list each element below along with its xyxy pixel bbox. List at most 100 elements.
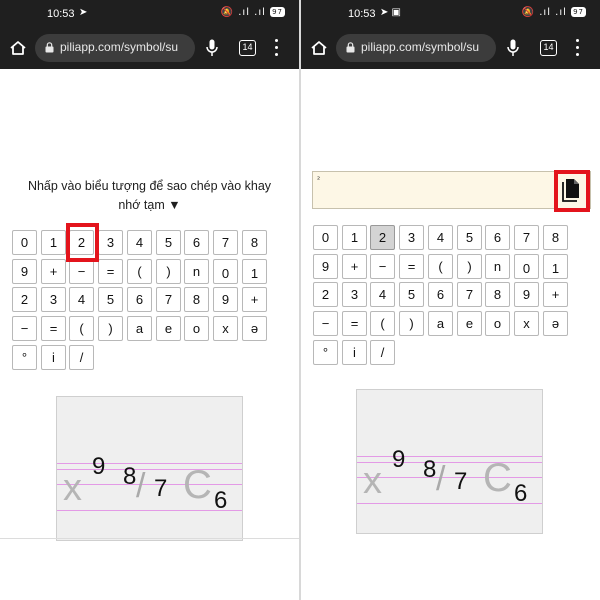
symbol-key[interactable]: 8: [242, 230, 267, 255]
symbol-key[interactable]: o: [184, 316, 209, 341]
symbol-key[interactable]: 2: [12, 287, 37, 312]
instruction-line-2[interactable]: nhớ tạm ▼: [12, 196, 287, 215]
symbol-key[interactable]: 7: [213, 230, 238, 255]
symbol-key[interactable]: (: [428, 254, 453, 279]
symbol-key[interactable]: −: [12, 316, 37, 341]
symbol-key[interactable]: 1: [543, 254, 568, 279]
symbol-key[interactable]: 9: [514, 282, 539, 307]
symbol-key[interactable]: 8: [543, 225, 568, 250]
symbol-key[interactable]: 9: [12, 259, 37, 284]
symbol-key[interactable]: ə: [242, 316, 267, 341]
symbol-key[interactable]: 8: [485, 282, 510, 307]
symbol-key[interactable]: 2: [69, 230, 94, 255]
symbol-key[interactable]: (: [370, 311, 395, 336]
left-screenshot: 10:53 ➤ 🔕 .ıl .ıl 97 piliapp.com/symbol/…: [0, 0, 299, 600]
symbol-key[interactable]: ): [457, 254, 482, 279]
symbol-key[interactable]: °: [313, 340, 338, 365]
mic-icon[interactable]: [507, 39, 519, 57]
symbol-key[interactable]: °: [12, 345, 37, 370]
home-icon[interactable]: [310, 40, 328, 56]
symbol-key[interactable]: i: [41, 345, 66, 370]
symbol-key[interactable]: (: [127, 259, 152, 284]
symbol-key[interactable]: e: [457, 311, 482, 336]
symbol-key[interactable]: /: [69, 345, 94, 370]
font-preview: x 9 8 / 7 C 6: [56, 396, 243, 541]
symbol-key[interactable]: 2: [370, 225, 395, 250]
symbol-key[interactable]: 7: [457, 282, 482, 307]
symbol-key[interactable]: 8: [184, 287, 209, 312]
symbol-key[interactable]: =: [342, 311, 367, 336]
symbol-key[interactable]: a: [428, 311, 453, 336]
symbol-key[interactable]: e: [156, 316, 181, 341]
menu-icon[interactable]: [576, 39, 580, 57]
symbol-key[interactable]: 0: [514, 254, 539, 279]
symbol-key[interactable]: 4: [127, 230, 152, 255]
status-icons: 🔕 .ıl .ıl 97: [221, 7, 285, 18]
symbol-key[interactable]: −: [69, 259, 94, 284]
symbol-key[interactable]: +: [543, 282, 568, 307]
symbol-key[interactable]: i: [342, 340, 367, 365]
symbol-key[interactable]: 3: [399, 225, 424, 250]
symbol-key[interactable]: 6: [485, 225, 510, 250]
symbol-key[interactable]: 9: [313, 254, 338, 279]
symbol-key[interactable]: 1: [41, 230, 66, 255]
battery-icon: 97: [270, 7, 285, 17]
symbol-key[interactable]: a: [127, 316, 152, 341]
symbol-key[interactable]: 5: [156, 230, 181, 255]
symbol-key[interactable]: 4: [370, 282, 395, 307]
preview-letter-c: C: [183, 463, 212, 507]
home-icon[interactable]: [9, 40, 27, 56]
symbol-key[interactable]: 0: [313, 225, 338, 250]
symbol-key[interactable]: n: [184, 259, 209, 284]
symbol-key[interactable]: o: [485, 311, 510, 336]
instruction-line-1: Nhấp vào biểu tượng để sao chép vào khay: [27, 179, 272, 193]
symbol-key[interactable]: 0: [213, 259, 238, 284]
copy-icon[interactable]: [560, 176, 582, 204]
symbol-key[interactable]: 6: [127, 287, 152, 312]
tabs-count-button[interactable]: 14: [239, 40, 256, 56]
symbol-key[interactable]: 9: [213, 287, 238, 312]
symbol-key[interactable]: 4: [428, 225, 453, 250]
symbol-key[interactable]: (: [69, 316, 94, 341]
symbol-key[interactable]: =: [399, 254, 424, 279]
symbol-key[interactable]: ): [156, 259, 181, 284]
symbol-key[interactable]: x: [213, 316, 238, 341]
preview-letter-x: x: [63, 467, 82, 509]
menu-icon[interactable]: [275, 39, 279, 57]
symbol-key[interactable]: −: [313, 311, 338, 336]
url-bar[interactable]: piliapp.com/symbol/su: [35, 34, 195, 62]
symbol-key[interactable]: 4: [69, 287, 94, 312]
url-bar[interactable]: piliapp.com/symbol/su: [336, 34, 496, 62]
symbol-key[interactable]: x: [514, 311, 539, 336]
copied-symbol-field[interactable]: ²: [312, 171, 591, 209]
symbol-key[interactable]: 1: [342, 225, 367, 250]
symbol-key[interactable]: 0: [12, 230, 37, 255]
symbol-key[interactable]: ): [98, 316, 123, 341]
symbol-key[interactable]: 6: [428, 282, 453, 307]
symbol-key[interactable]: ə: [543, 311, 568, 336]
symbol-key[interactable]: n: [485, 254, 510, 279]
symbol-key[interactable]: =: [41, 316, 66, 341]
preview-superscript-9: 9: [392, 446, 406, 473]
copied-value: ²: [317, 175, 321, 184]
tabs-count-button[interactable]: 14: [540, 40, 557, 56]
mic-icon[interactable]: [206, 39, 218, 57]
symbol-key[interactable]: 5: [399, 282, 424, 307]
symbol-key[interactable]: 6: [184, 230, 209, 255]
symbol-key[interactable]: ): [399, 311, 424, 336]
symbol-key[interactable]: 1: [242, 259, 267, 284]
symbol-key[interactable]: =: [98, 259, 123, 284]
symbol-key[interactable]: 5: [98, 287, 123, 312]
symbol-key[interactable]: +: [242, 287, 267, 312]
symbol-key[interactable]: −: [370, 254, 395, 279]
symbol-key[interactable]: /: [370, 340, 395, 365]
symbol-key[interactable]: 3: [342, 282, 367, 307]
symbol-key[interactable]: 3: [98, 230, 123, 255]
symbol-key[interactable]: +: [342, 254, 367, 279]
symbol-key[interactable]: 7: [156, 287, 181, 312]
symbol-key[interactable]: 3: [41, 287, 66, 312]
symbol-key[interactable]: 7: [514, 225, 539, 250]
symbol-key[interactable]: +: [41, 259, 66, 284]
symbol-key[interactable]: 5: [457, 225, 482, 250]
symbol-key[interactable]: 2: [313, 282, 338, 307]
